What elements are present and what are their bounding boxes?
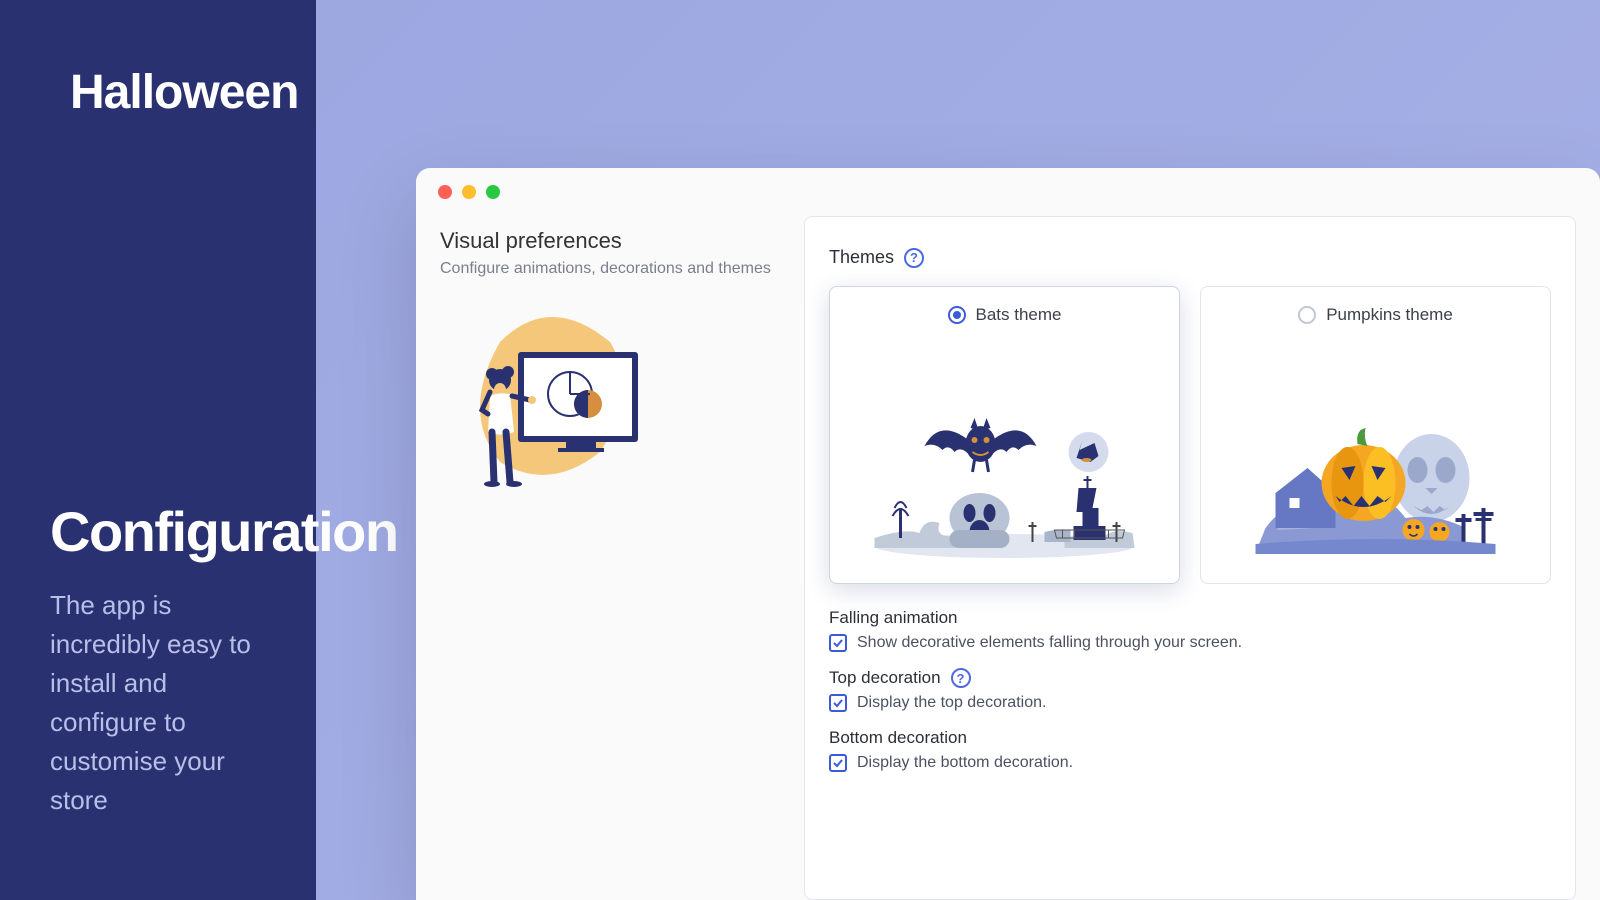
bottom-decoration-checkbox[interactable]: Display the bottom decoration. [829, 754, 1551, 772]
minimize-icon[interactable] [462, 185, 476, 199]
settings-panel: Themes ? Bats theme [804, 216, 1576, 900]
promo-sidebar: Halloween Configuration The app is incre… [0, 0, 316, 900]
themes-heading: Themes ? [829, 247, 1551, 268]
close-icon[interactable] [438, 185, 452, 199]
presenter-illustration [440, 302, 660, 502]
help-icon[interactable]: ? [904, 248, 924, 268]
visual-preferences-section: Visual preferences Configure animations,… [440, 216, 780, 900]
bottom-decoration-label: Bottom decoration [829, 728, 1551, 748]
maximize-icon[interactable] [486, 185, 500, 199]
config-description: The app is incredibly easy to install an… [50, 586, 276, 820]
app-title: Halloween [70, 65, 298, 120]
section-subtitle: Configure animations, decorations and th… [440, 260, 780, 278]
help-icon[interactable]: ? [951, 668, 971, 688]
bottom-check-label: Display the bottom decoration. [857, 754, 1073, 772]
theme-card-pumpkins[interactable]: Pumpkins theme [1200, 286, 1551, 584]
falling-animation-checkbox[interactable]: Show decorative elements falling through… [829, 634, 1551, 652]
brand-row: Halloween [50, 52, 266, 132]
theme-card-bats[interactable]: Bats theme [829, 286, 1180, 584]
themes-label: Themes [829, 247, 894, 268]
theme-radio-bats[interactable]: Bats theme [848, 305, 1161, 325]
top-decoration-setting: Top decoration ? Display the top decorat… [829, 668, 1551, 712]
falling-animation-label: Falling animation [829, 608, 1551, 628]
pumpkins-theme-illustration [1219, 343, 1532, 573]
theme-radio-pumpkins[interactable]: Pumpkins theme [1219, 305, 1532, 325]
theme-label: Pumpkins theme [1326, 305, 1453, 325]
window-titlebar [416, 168, 1600, 216]
app-window: Visual preferences Configure animations,… [416, 168, 1600, 900]
falling-check-label: Show decorative elements falling through… [857, 634, 1242, 652]
section-title: Visual preferences [440, 228, 780, 254]
bottom-decoration-setting: Bottom decoration Display the bottom dec… [829, 728, 1551, 772]
theme-label: Bats theme [976, 305, 1062, 325]
config-title: Configuration [50, 503, 276, 562]
config-block: Configuration The app is incredibly easy… [50, 503, 276, 820]
themes-row: Bats theme [829, 286, 1551, 584]
top-decoration-label: Top decoration ? [829, 668, 1551, 688]
top-decoration-checkbox[interactable]: Display the top decoration. [829, 694, 1551, 712]
bats-theme-illustration [848, 343, 1161, 573]
top-check-label: Display the top decoration. [857, 694, 1046, 712]
falling-animation-setting: Falling animation Show decorative elemen… [829, 608, 1551, 652]
